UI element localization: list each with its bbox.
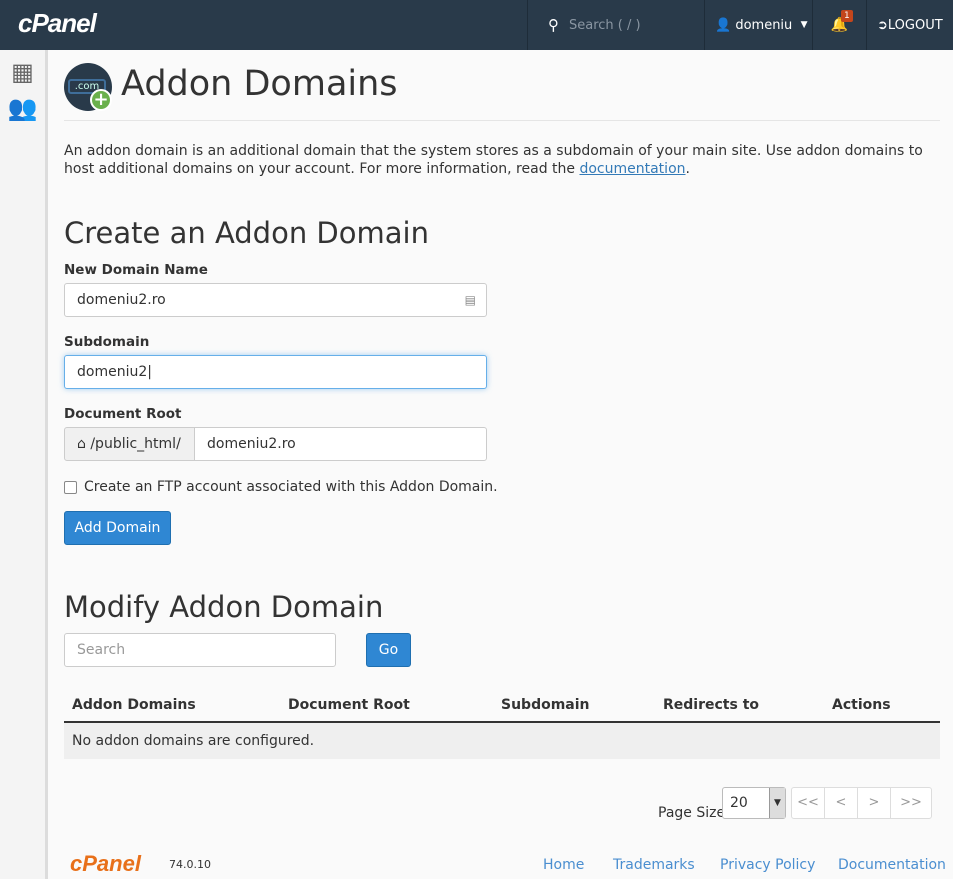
footer-privacy-link[interactable]: Privacy Policy — [720, 857, 815, 873]
create-heading: Create an Addon Domain — [64, 216, 429, 250]
plus-icon: + — [90, 89, 112, 111]
modify-heading: Modify Addon Domain — [64, 590, 384, 624]
footer: cPanel 74.0.10 Home Trademarks Privacy P… — [64, 851, 946, 876]
description-text: An addon domain is an additional domain … — [64, 143, 923, 177]
logout-label: LOGOUT — [887, 17, 943, 33]
col-document-root[interactable]: Document Root — [280, 687, 493, 723]
subdomain-input[interactable]: domeniu2| — [64, 355, 487, 389]
col-actions: Actions — [824, 687, 940, 723]
addon-domains-icon: .com + — [64, 63, 112, 111]
home-icon: ⌂ — [77, 436, 86, 452]
page-description: An addon domain is an additional domain … — [64, 142, 924, 178]
page-title: Addon Domains — [121, 64, 398, 104]
document-root-input[interactable]: domeniu2.ro — [194, 427, 487, 461]
document-root-label: Document Root — [64, 406, 182, 422]
autofill-icon: ▤ — [464, 293, 476, 307]
logout-icon: ➲ — [877, 17, 888, 33]
footer-documentation-link[interactable]: Documentation — [838, 857, 946, 873]
col-subdomain[interactable]: Subdomain — [493, 687, 655, 723]
caret-down-icon: ▼ — [800, 20, 808, 30]
version: 74.0.10 — [169, 858, 211, 871]
new-domain-value: domeniu2.ro — [77, 292, 166, 308]
domain-search-input[interactable]: Search — [64, 633, 336, 667]
document-root-value: domeniu2.ro — [207, 436, 296, 452]
period: . — [685, 161, 690, 177]
pagination: << < > >> — [791, 787, 932, 819]
ftp-option: Create an FTP account associated with th… — [64, 479, 498, 495]
add-domain-button[interactable]: Add Domain — [64, 511, 171, 545]
grid-icon[interactable]: ▦ — [0, 58, 45, 86]
page-size-select[interactable]: 20 ▼ — [722, 787, 786, 819]
document-root-prefix: ⌂ /public_html/ — [64, 427, 195, 461]
search-icon: ⚲ — [548, 16, 559, 34]
empty-message: No addon domains are configured. — [64, 722, 940, 759]
page-size-label: Page Size — [658, 805, 726, 821]
logout-button[interactable]: ➲ LOGOUT — [877, 0, 943, 50]
notification-badge: 1 — [841, 10, 853, 22]
next-page-button[interactable]: > — [858, 788, 891, 818]
first-page-button[interactable]: << — [792, 788, 825, 818]
table-header: Addon Domains Document Root Subdomain Re… — [64, 687, 940, 723]
addon-domains-table: Addon Domains Document Root Subdomain Re… — [64, 687, 940, 759]
subdomain-label: Subdomain — [64, 334, 150, 350]
ftp-checkbox[interactable] — [64, 480, 77, 494]
footer-cpanel-logo[interactable]: cPanel — [70, 851, 141, 877]
user-icon: 👤 — [715, 17, 732, 33]
cpanel-logo[interactable]: cPanel — [18, 8, 97, 39]
new-domain-input[interactable]: domeniu2.ro ▤ — [64, 283, 487, 317]
users-icon[interactable]: 👥 — [0, 94, 45, 122]
table-row: No addon domains are configured. — [64, 722, 940, 759]
footer-trademarks-link[interactable]: Trademarks — [613, 857, 695, 873]
new-domain-label: New Domain Name — [64, 262, 208, 278]
notifications-button[interactable]: 🔔 1 — [813, 0, 867, 50]
col-addon-domains[interactable]: Addon Domains — [64, 687, 280, 723]
sidebar: ▦ 👥 — [0, 50, 48, 879]
page-size-value: 20 — [730, 795, 748, 811]
documentation-link[interactable]: documentation — [579, 161, 685, 177]
footer-home-link[interactable]: Home — [543, 857, 584, 873]
divider — [64, 120, 940, 121]
dropdown-arrow-icon: ▼ — [769, 788, 785, 818]
search-placeholder: Search ( / ) — [569, 17, 641, 33]
prefix-text: /public_html/ — [90, 436, 181, 452]
go-button[interactable]: Go — [366, 633, 411, 667]
subdomain-value: domeniu2 — [77, 364, 148, 380]
col-redirects-to[interactable]: Redirects to — [655, 687, 824, 723]
last-page-button[interactable]: >> — [891, 788, 931, 818]
global-search[interactable]: ⚲ Search ( / ) — [527, 0, 705, 50]
username: domeniu — [735, 17, 793, 33]
ftp-label[interactable]: Create an FTP account associated with th… — [84, 479, 498, 495]
top-bar: cPanel ⚲ Search ( / ) 👤 domeniu ▼ 🔔 1 ➲ LOG… — [0, 0, 953, 50]
user-menu[interactable]: 👤 domeniu ▼ — [705, 0, 813, 50]
prev-page-button[interactable]: < — [825, 788, 858, 818]
